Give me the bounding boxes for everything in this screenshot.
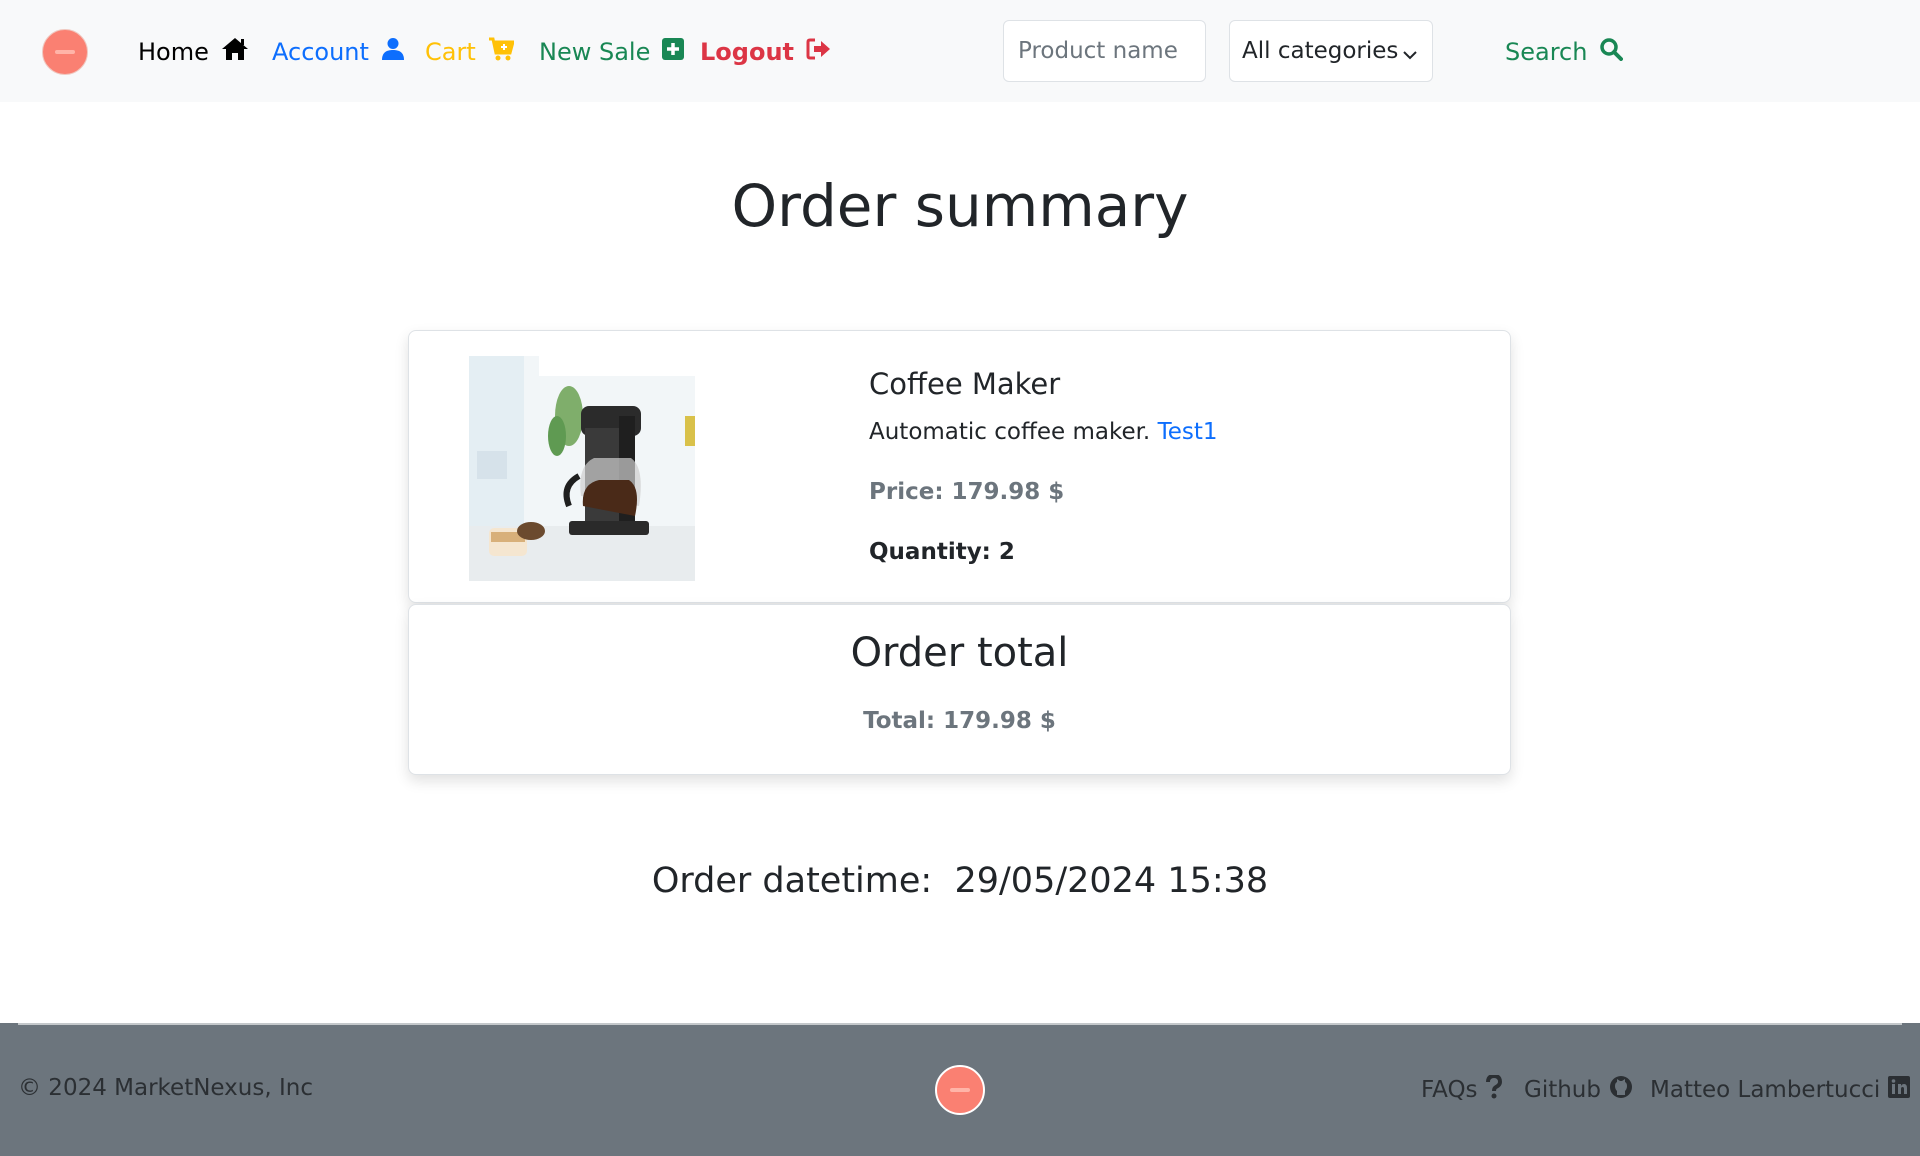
user-icon: [381, 37, 405, 67]
nav-new-sale-label: New Sale: [539, 38, 651, 66]
logout-icon: [806, 38, 832, 66]
footer-brand-logo[interactable]: [935, 1065, 985, 1115]
nav-logout-link[interactable]: Logout: [700, 34, 832, 70]
order-datetime-label: Order datetime:: [651, 861, 933, 901]
navbar: Home Account Cart New Sale Logout All ca…: [0, 0, 1920, 102]
product-description-text: Automatic coffee maker.: [869, 419, 1151, 445]
footer-github-link[interactable]: Github: [1524, 1073, 1633, 1107]
footer-faqs-label: FAQs: [1421, 1077, 1478, 1103]
order-total-card: Order total Total: 179.98 $: [408, 604, 1511, 775]
nav-cart-link[interactable]: Cart: [425, 34, 515, 70]
search-icon: [1599, 37, 1624, 67]
footer-brand-logo-mark: [950, 1088, 970, 1092]
chevron-down-icon: [1402, 43, 1418, 69]
footer-copyright: © 2024 MarketNexus, Inc: [18, 1075, 313, 1101]
product-quantity: Quantity: 2: [869, 539, 1015, 565]
brand-logo-mark: [55, 50, 75, 54]
nav-account-link[interactable]: Account: [272, 34, 405, 70]
seller-link[interactable]: Test1: [1158, 419, 1218, 445]
nav-home-link[interactable]: Home: [138, 34, 249, 70]
nav-logout-label: Logout: [700, 38, 795, 66]
search-button[interactable]: Search: [1505, 34, 1624, 70]
nav-home-label: Home: [138, 38, 209, 66]
cart-plus-icon: [488, 37, 515, 67]
order-total-value: Total: 179.98 $: [863, 708, 1056, 734]
footer-divider: [18, 1023, 1902, 1025]
footer-github-label: Github: [1524, 1077, 1601, 1103]
order-total-title: Order total: [850, 630, 1069, 676]
github-icon: [1609, 1075, 1633, 1105]
nav-cart-label: Cart: [425, 38, 476, 66]
plus-square-icon: [662, 38, 685, 66]
order-datetime: Order datetime: 29/05/2024 15:38: [0, 861, 1920, 901]
product-description: Automatic coffee maker. Test1: [869, 419, 1218, 445]
linkedin-icon: [1888, 1076, 1911, 1104]
brand-logo[interactable]: [42, 29, 88, 75]
footer-faqs-link[interactable]: FAQs: [1421, 1073, 1502, 1107]
footer-author-label: Matteo Lambertucci: [1650, 1077, 1881, 1103]
nav-new-sale-link[interactable]: New Sale: [539, 34, 685, 70]
product-image: [469, 356, 695, 581]
home-icon: [221, 37, 249, 67]
product-price: Price: 179.98 $: [869, 479, 1065, 505]
search-button-label: Search: [1505, 38, 1588, 66]
order-datetime-value: 29/05/2024 15:38: [954, 861, 1269, 901]
footer-author-link[interactable]: Matteo Lambertucci: [1650, 1073, 1911, 1107]
category-select-value: All categories: [1242, 38, 1399, 64]
footer: © 2024 MarketNexus, Inc FAQs Github Matt…: [0, 1023, 1920, 1156]
category-select[interactable]: All categories: [1229, 20, 1433, 82]
nav-account-label: Account: [272, 38, 369, 66]
product-name: Coffee Maker: [869, 367, 1061, 401]
order-item-card: Coffee Maker Automatic coffee maker. Tes…: [408, 330, 1511, 603]
page-title: Order summary: [731, 172, 1189, 240]
question-icon: [1485, 1073, 1502, 1105]
search-input[interactable]: [1003, 20, 1206, 82]
